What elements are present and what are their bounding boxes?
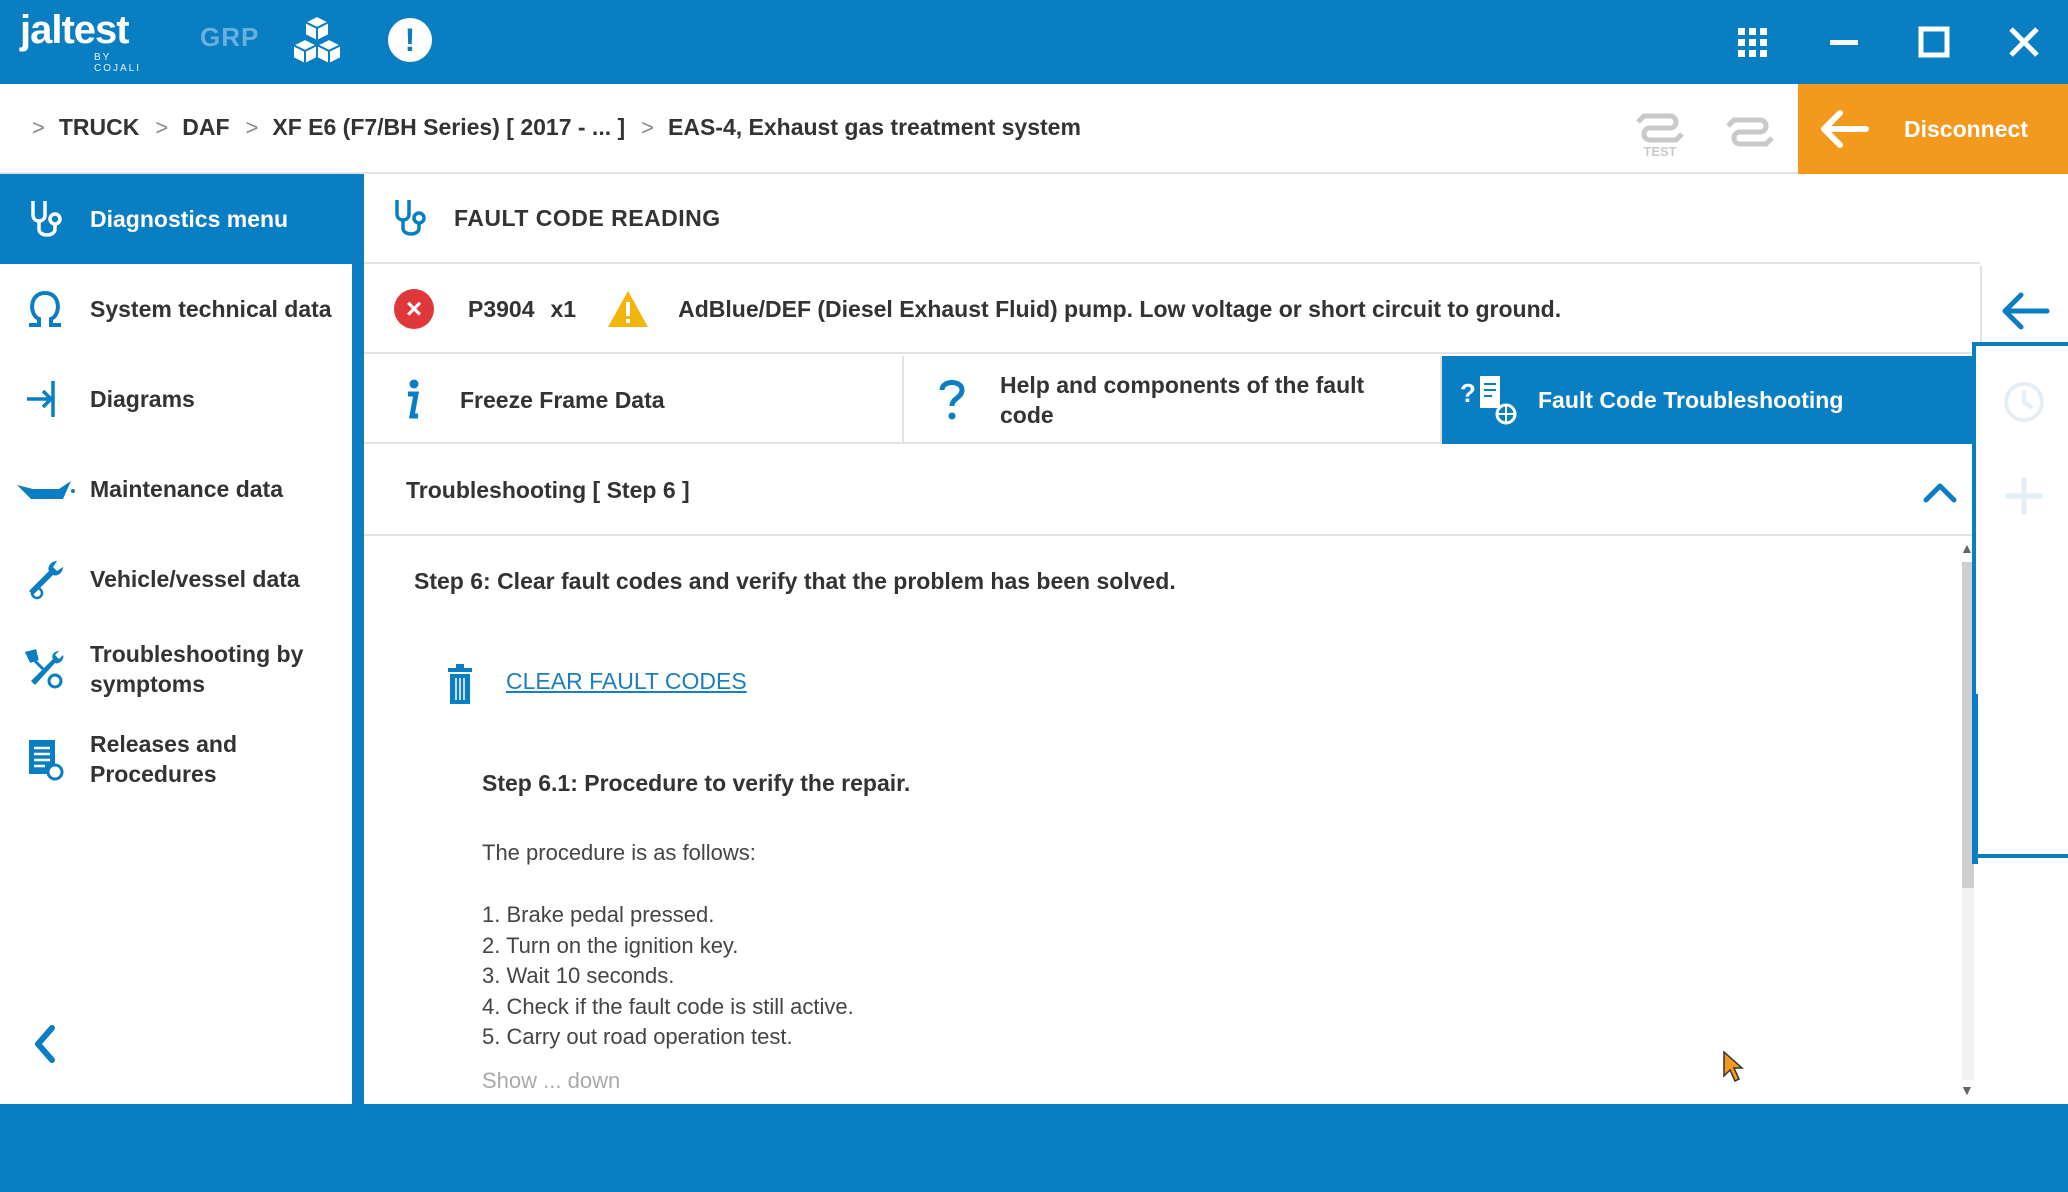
breadcrumb-system[interactable]: EAS-4, Exhaust gas treatment system xyxy=(668,114,1081,141)
wrench-icon xyxy=(0,534,90,624)
info-icon xyxy=(364,378,460,422)
scroll-down-icon[interactable]: ▼ xyxy=(1960,1082,1974,1098)
procedure-list: 1. Brake pedal pressed. 2. Turn on the i… xyxy=(482,900,854,1053)
page-header: FAULT CODE READING xyxy=(364,174,1980,264)
chevron-left-icon[interactable] xyxy=(24,1014,64,1074)
sidebar-item-label: System technical data xyxy=(90,296,332,322)
tab-fault-code-troubleshooting[interactable]: ? Fault Code Troubleshooting xyxy=(1442,356,1980,444)
sidebar-item-maintenance-data[interactable]: Maintenance data xyxy=(0,444,352,534)
list-item: 4. Check if the fault code is still acti… xyxy=(482,993,854,1019)
add-icon[interactable] xyxy=(2000,472,2048,520)
disconnect-label: Disconnect xyxy=(1904,115,2028,142)
error-icon: × xyxy=(394,289,434,329)
trash-icon[interactable] xyxy=(444,662,476,706)
sidebar: Diagnostics menu System technical data D… xyxy=(0,174,364,1104)
sidebar-divider xyxy=(352,174,364,1104)
procedure-intro: The procedure is as follows: xyxy=(482,840,756,865)
stethoscope-icon xyxy=(364,173,454,263)
troubleshoot-icon: ? xyxy=(1442,372,1538,428)
truncated-text: Show ... down xyxy=(482,1068,621,1093)
tab-freeze-frame-data[interactable]: Freeze Frame Data xyxy=(364,356,904,444)
tab-label: Freeze Frame Data xyxy=(460,387,665,413)
chevron-right-icon: > xyxy=(641,114,655,140)
sidebar-item-troubleshooting-by-symptoms[interactable]: Troubleshooting by symptoms xyxy=(0,624,352,714)
sidebar-item-vehicle-vessel-data[interactable]: Vehicle/vessel data xyxy=(0,534,352,624)
breadcrumb-truck[interactable]: TRUCK xyxy=(59,114,140,141)
troubleshooting-section-header[interactable]: Troubleshooting [ Step 6 ] xyxy=(364,446,1980,536)
sidebar-item-label: Maintenance data xyxy=(90,476,283,502)
fault-description: AdBlue/DEF (Diesel Exhaust Fluid) pump. … xyxy=(678,295,1562,322)
sidebar-item-releases-and-procedures[interactable]: Releases and Procedures xyxy=(0,714,352,804)
connection-icon[interactable] xyxy=(1720,104,1780,156)
breadcrumb-bar: > TRUCK > DAF > XF E6 (F7/BH Series) [ 2… xyxy=(0,84,2068,174)
close-icon[interactable] xyxy=(1996,14,2052,70)
cubes-icon[interactable] xyxy=(288,12,346,70)
breadcrumb: > TRUCK > DAF > XF E6 (F7/BH Series) [ 2… xyxy=(32,114,1097,141)
list-item: 1. Brake pedal pressed. xyxy=(482,902,715,927)
alert-icon[interactable]: ! xyxy=(388,18,432,62)
logo-text: jaltest xyxy=(20,8,130,52)
jaltest-logo: jaltest BY COJALI xyxy=(20,8,139,74)
fault-code: P3904 xyxy=(468,295,535,322)
rail-accent xyxy=(1972,694,1978,864)
tools-icon xyxy=(0,624,90,714)
chevron-right-icon: > xyxy=(245,114,259,140)
history-icon[interactable] xyxy=(2000,378,2048,426)
apps-grid-icon[interactable] xyxy=(1724,14,1780,70)
diagram-icon xyxy=(0,354,90,444)
arrow-left-icon xyxy=(2002,292,2050,330)
sidebar-item-label: Troubleshooting by symptoms xyxy=(90,641,304,697)
sidebar-item-diagnostics-menu[interactable]: Diagnostics menu xyxy=(0,174,364,264)
mouse-cursor-icon xyxy=(1723,1050,1744,1083)
svg-text:TEST: TEST xyxy=(1643,144,1676,158)
omega-icon xyxy=(0,264,90,354)
list-item: 2. Turn on the ignition key. xyxy=(482,932,739,958)
maximize-icon[interactable] xyxy=(1906,14,1962,70)
grp-label: GRP xyxy=(200,22,260,52)
logo-subtext: BY COJALI xyxy=(94,52,142,74)
chevron-right-icon: > xyxy=(155,114,169,140)
svg-text:?: ? xyxy=(1460,378,1476,408)
tab-label: Fault Code Troubleshooting xyxy=(1538,387,1844,413)
troubleshooting-content: Step 6: Clear fault codes and verify tha… xyxy=(364,538,1980,1104)
status-bar xyxy=(0,1104,2068,1192)
list-item: 3. Wait 10 seconds. xyxy=(482,963,675,988)
chevron-up-icon[interactable] xyxy=(1920,474,1960,510)
oil-can-icon xyxy=(0,444,90,534)
page-title: FAULT CODE READING xyxy=(454,204,721,231)
stethoscope-icon xyxy=(0,174,90,264)
disconnect-button[interactable]: Disconnect xyxy=(1798,84,2068,174)
sidebar-item-system-technical-data[interactable]: System technical data xyxy=(0,264,352,354)
section-title: Troubleshooting [ Step 6 ] xyxy=(406,476,690,503)
side-tool-panel xyxy=(1972,342,2068,858)
tab-bar: Freeze Frame Data Help and components of… xyxy=(364,356,1980,444)
warning-icon xyxy=(608,291,649,327)
breadcrumb-model[interactable]: XF E6 (F7/BH Series) [ 2017 - ... ] xyxy=(272,114,625,141)
connection-test-icon[interactable]: TEST xyxy=(1630,102,1690,158)
document-icon xyxy=(0,714,90,804)
sidebar-item-label: Diagnostics menu xyxy=(90,205,289,232)
sub-step-title: Step 6.1: Procedure to verify the repair… xyxy=(482,770,911,796)
sidebar-item-label: Diagrams xyxy=(90,386,195,412)
chevron-right-icon: > xyxy=(32,114,45,140)
fault-code-row[interactable]: × P3904 x1 AdBlue/DEF (Diesel Exhaust Fl… xyxy=(364,266,1980,354)
sidebar-item-diagrams[interactable]: Diagrams xyxy=(0,354,352,444)
breadcrumb-daf[interactable]: DAF xyxy=(182,114,229,141)
sidebar-item-label: Releases and Procedures xyxy=(90,731,238,787)
clear-fault-codes-link[interactable]: CLEAR FAULT CODES xyxy=(506,668,747,695)
arrow-left-icon xyxy=(1821,110,1869,148)
question-icon xyxy=(904,378,1000,422)
minimize-icon[interactable] xyxy=(1816,14,1872,70)
fault-count: x1 xyxy=(550,295,577,322)
title-bar: jaltest BY COJALI GRP ! xyxy=(0,0,2068,84)
sidebar-item-label: Vehicle/vessel data xyxy=(90,566,300,592)
list-item: 5. Carry out road operation test. xyxy=(482,1024,793,1049)
step-title: Step 6: Clear fault codes and verify tha… xyxy=(414,568,1176,594)
tab-help-and-components[interactable]: Help and components of the fault code xyxy=(904,356,1442,444)
tab-label: Help and components of the fault code xyxy=(1000,372,1365,428)
